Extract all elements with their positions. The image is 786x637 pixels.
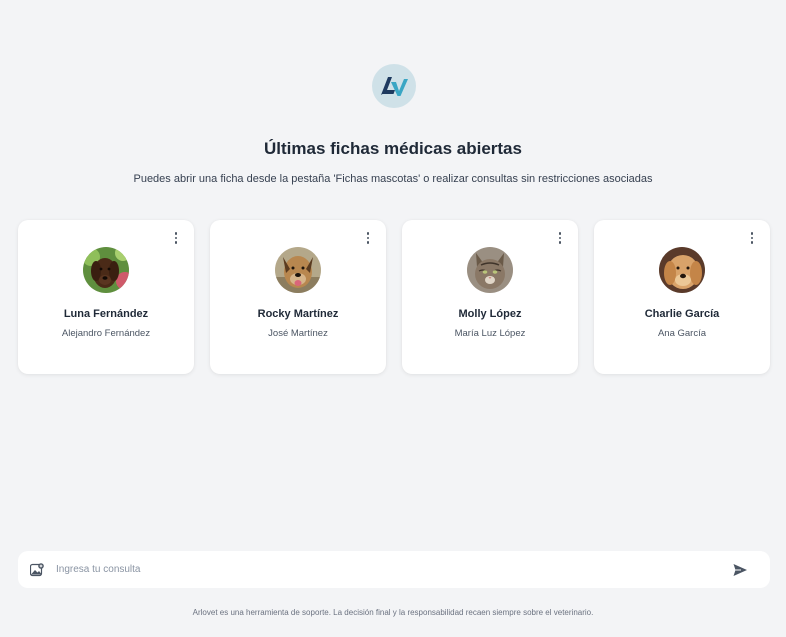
query-input[interactable]	[56, 564, 732, 575]
pet-name: Luna Fernández	[63, 308, 149, 320]
recent-records-list: Luna Fernández Alejandro Fernández Rocky…	[18, 220, 770, 374]
pet-card[interactable]: Charlie García Ana García	[594, 220, 770, 374]
owner-name: María Luz López	[454, 328, 526, 339]
owner-name: Ana García	[657, 328, 707, 339]
footer-disclaimer: Arlovet es una herramienta de soporte. L…	[192, 608, 594, 617]
more-options-icon[interactable]	[747, 231, 757, 245]
owner-name: José Martínez	[268, 328, 328, 339]
page-subtitle: Puedes abrir una ficha desde la pestaña …	[133, 173, 653, 185]
pet-avatar	[467, 247, 513, 293]
owner-name: Alejandro Fernández	[61, 328, 151, 339]
pet-card[interactable]: Rocky Martínez José Martínez	[210, 220, 386, 374]
pet-avatar	[275, 247, 321, 293]
arlovet-logo-icon	[372, 64, 416, 108]
page: Últimas fichas médicas abiertas Puedes a…	[0, 0, 786, 637]
send-icon[interactable]	[732, 562, 748, 578]
more-options-icon[interactable]	[363, 231, 373, 245]
pet-name: Charlie García	[644, 308, 720, 320]
pet-card[interactable]: Molly López María Luz López	[402, 220, 578, 374]
pet-avatar	[83, 247, 129, 293]
more-options-icon[interactable]	[555, 231, 565, 245]
image-attach-icon[interactable]	[30, 562, 44, 577]
pet-avatar	[659, 247, 705, 293]
page-title: Últimas fichas médicas abiertas	[264, 139, 522, 158]
pet-name: Molly López	[458, 308, 522, 320]
pet-card[interactable]: Luna Fernández Alejandro Fernández	[18, 220, 194, 374]
query-bar	[18, 551, 770, 588]
more-options-icon[interactable]	[171, 231, 181, 245]
pet-name: Rocky Martínez	[257, 308, 339, 320]
